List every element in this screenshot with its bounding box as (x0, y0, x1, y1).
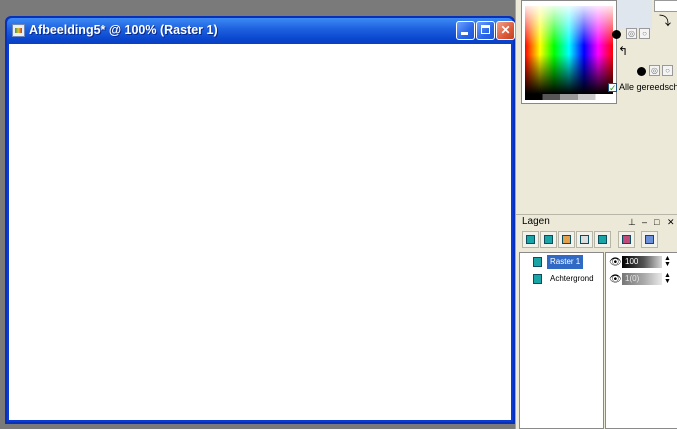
vector-layer-icon (544, 235, 553, 244)
palette-panel: ⤵ ◎ ○ ↰ ◎ ○ ✓ Alle gereedschap Lagen ⊥ –… (515, 0, 677, 429)
color-spectrum[interactable] (525, 6, 613, 94)
new-art-media-layer-button[interactable] (558, 231, 575, 248)
layer-props-achtergrond: 👁 1(0) ▲ ▼ (608, 272, 676, 286)
layers-list[interactable]: Raster 1 Achtergrond (519, 252, 604, 429)
layer-properties-button[interactable] (641, 231, 658, 248)
layer-name: Achtergrond (550, 274, 594, 283)
gradient-style-icon[interactable]: ◎ (626, 28, 637, 39)
visibility-eye-icon[interactable]: 👁 (609, 258, 622, 268)
raster-layer-icon (526, 235, 535, 244)
swap-colors-icon[interactable]: ⤵ (659, 12, 671, 29)
layer-row-raster-1[interactable]: Raster 1 (532, 255, 604, 269)
background-pattern-style-icon[interactable]: ○ (662, 65, 673, 76)
window-titlebar[interactable]: Afbeelding5* @ 100% (Raster 1) ✕ (7, 18, 515, 44)
all-tools-label: Alle gereedschap (619, 82, 677, 92)
pin-icon[interactable]: ⊥ (628, 217, 636, 228)
layers-palette-title: Lagen (522, 216, 550, 227)
art-media-icon (562, 235, 571, 244)
all-tools-checkbox[interactable]: ✓ (608, 83, 617, 93)
close-icon: ✕ (500, 23, 511, 37)
opacity-spinner[interactable]: ▲ ▼ (664, 272, 671, 285)
document-app-icon (12, 24, 25, 37)
layer-properties-list: 👁 100 ▲ ▼ 👁 1(0) ▲ ▼ (605, 252, 677, 429)
maximize-button[interactable] (476, 21, 495, 40)
material-swatches: ⤵ ◎ ○ ↰ ◎ ○ (612, 0, 677, 94)
document-window[interactable]: Afbeelding5* @ 100% (Raster 1) ✕ (5, 16, 515, 424)
duplicate-layer-button[interactable] (618, 231, 635, 248)
minimize-button[interactable] (456, 21, 475, 40)
new-mask-layer-button[interactable] (576, 231, 593, 248)
color-style-icon[interactable] (612, 30, 621, 39)
all-tools-option[interactable]: ✓ Alle gereedschap (608, 82, 677, 93)
visibility-eye-icon[interactable]: 👁 (609, 275, 622, 285)
new-vector-layer-button[interactable] (540, 231, 557, 248)
background-gradient-style-icon[interactable]: ◎ (649, 65, 660, 76)
new-adjustment-layer-button[interactable] (594, 231, 611, 248)
color-picker[interactable] (521, 0, 617, 104)
layer-props-raster-1: 👁 100 ▲ ▼ (608, 255, 676, 269)
maximize-icon (481, 25, 490, 34)
layers-toolbar (520, 231, 676, 251)
minimize-icon (461, 32, 468, 35)
grayscale-strip[interactable] (525, 94, 613, 100)
pattern-style-icon[interactable]: ○ (639, 28, 650, 39)
opacity-spinner[interactable]: ▲ ▼ (664, 255, 671, 268)
opacity-slider[interactable]: 1(0) (622, 273, 662, 285)
duplicate-layer-icon (622, 235, 631, 244)
mask-layer-icon (580, 235, 589, 244)
opacity-slider[interactable]: 100 (622, 256, 662, 268)
layer-row-achtergrond[interactable]: Achtergrond (532, 272, 604, 286)
background-layer-icon (533, 274, 542, 284)
new-raster-layer-button[interactable] (522, 231, 539, 248)
layers-palette-titlebar[interactable]: Lagen ⊥ – □ ✕ (516, 214, 677, 229)
foreground-swatch[interactable] (618, 0, 652, 30)
palette-minimize-button[interactable]: – (642, 217, 647, 227)
image-canvas[interactable] (9, 44, 511, 420)
swap-materials-icon[interactable]: ↰ (618, 44, 628, 58)
palette-close-button[interactable]: ✕ (667, 217, 675, 228)
raster-layer-icon (533, 257, 542, 267)
close-button[interactable]: ✕ (496, 21, 515, 40)
layer-name: Raster 1 (547, 255, 584, 269)
brush-icon (645, 235, 654, 244)
window-title: Afbeelding5* @ 100% (Raster 1) (29, 23, 218, 37)
background-color-style-icon[interactable] (637, 67, 646, 76)
background-swatch[interactable] (654, 0, 677, 12)
adjustment-layer-icon (598, 235, 607, 244)
palette-maximize-button[interactable]: □ (654, 217, 659, 227)
